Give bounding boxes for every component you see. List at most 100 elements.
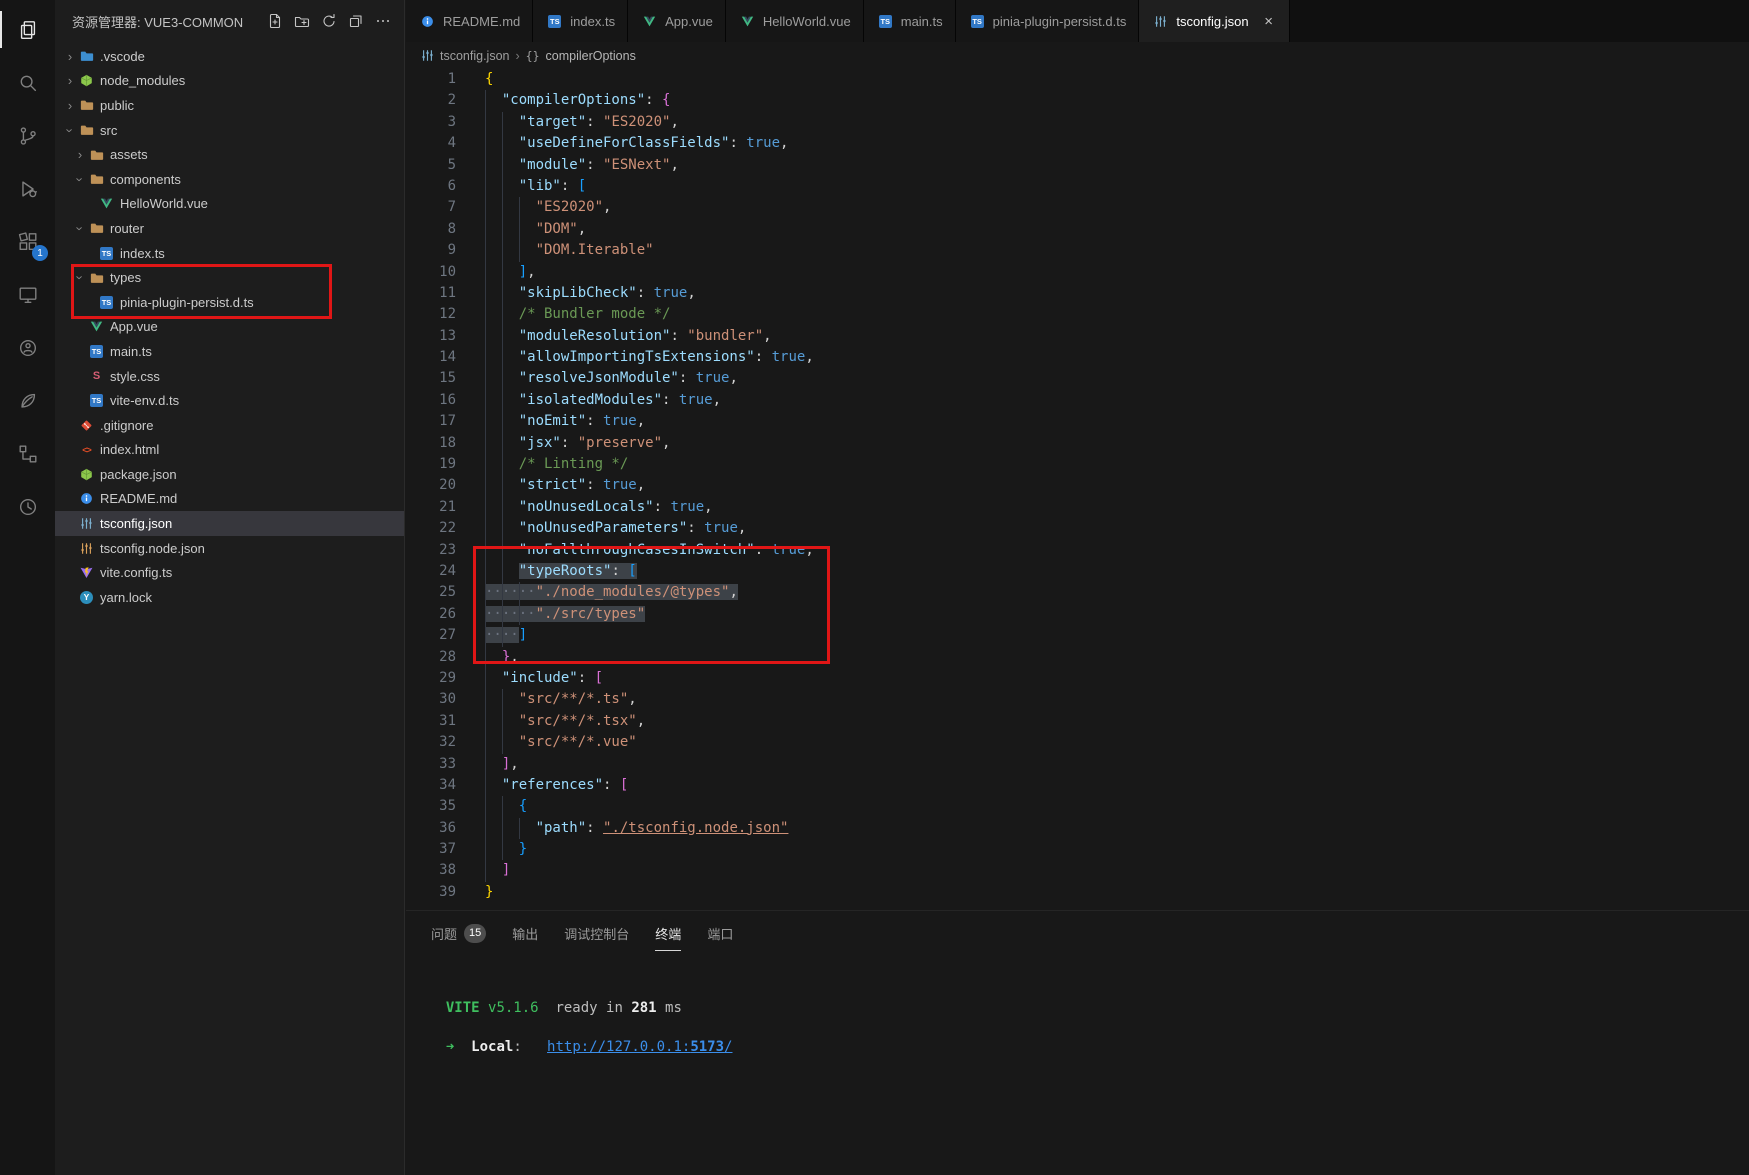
line-number[interactable]: 39 [406, 882, 456, 903]
code-line-32[interactable]: 32 "src/**/*.vue" [406, 732, 1749, 754]
tree-item-tsconfig.node.json[interactable]: tsconfig.node.json [55, 536, 404, 561]
panel-tab-输出[interactable]: 输出 [512, 924, 538, 951]
line-number[interactable]: 27 [406, 625, 456, 646]
line-number[interactable]: 37 [406, 839, 456, 860]
line-number[interactable]: 12 [406, 304, 456, 325]
line-content[interactable]: ], [485, 261, 536, 283]
tab-main.ts[interactable]: TS main.ts [863, 0, 956, 42]
code-line-13[interactable]: 13 "moduleResolution": "bundler", [406, 325, 1749, 348]
code-line-7[interactable]: 7 "ES2020", [406, 197, 1749, 219]
line-content[interactable]: "skipLibCheck": true, [485, 282, 696, 305]
line-number[interactable]: 15 [406, 368, 456, 389]
line-content[interactable]: "useDefineForClassFields": true, [485, 133, 788, 155]
tree-item-HelloWorld.vue[interactable]: HelloWorld.vue [55, 192, 404, 217]
tree-item-style.css[interactable]: Sstyle.css [55, 364, 404, 389]
line-number[interactable]: 9 [406, 240, 456, 261]
line-number[interactable]: 3 [406, 112, 456, 133]
line-content[interactable]: "path": "./tsconfig.node.json" [485, 817, 788, 840]
line-number[interactable]: 22 [406, 518, 456, 539]
line-content[interactable]: "references": [ [485, 774, 628, 797]
line-content[interactable]: "target": "ES2020", [485, 111, 679, 134]
code-line-26[interactable]: 26 ······"./src/types" [406, 603, 1749, 626]
line-number[interactable]: 21 [406, 497, 456, 518]
code-line-38[interactable]: 38 ] [406, 860, 1749, 882]
line-content[interactable]: ], [485, 753, 519, 775]
line-content[interactable]: "moduleResolution": "bundler", [485, 325, 772, 348]
line-content[interactable]: "strict": true, [485, 475, 645, 497]
line-content[interactable]: "module": "ESNext", [485, 154, 679, 176]
line-number[interactable]: 20 [406, 475, 456, 496]
code-line-4[interactable]: 4 "useDefineForClassFields": true, [406, 133, 1749, 155]
tree-item-types[interactable]: › types [55, 265, 404, 290]
code-line-25[interactable]: 25 ······"./node_modules/@types", [406, 582, 1749, 604]
tree-item-package.json[interactable]: package.json [55, 462, 404, 487]
line-content[interactable]: "include": [ [485, 667, 603, 690]
panel-tab-端口[interactable]: 端口 [707, 924, 733, 951]
line-content[interactable]: ······"./node_modules/@types", [485, 582, 738, 604]
code-line-3[interactable]: 3 "target": "ES2020", [406, 111, 1749, 134]
tree-item-components[interactable]: › components [55, 167, 404, 192]
code-editor[interactable]: 1{2 "compilerOptions": {3 "target": "ES2… [406, 69, 1749, 910]
source-control-icon[interactable] [0, 109, 55, 162]
line-number[interactable]: 5 [406, 155, 456, 176]
line-content[interactable]: ······"./src/types" [485, 603, 646, 626]
line-content[interactable]: "noUnusedParameters": true, [485, 518, 746, 540]
line-content[interactable]: "typeRoots": [ [485, 560, 637, 583]
line-content[interactable]: }, [485, 646, 519, 668]
line-number[interactable]: 38 [406, 860, 456, 881]
breadcrumb-file[interactable]: tsconfig.json [440, 49, 509, 63]
tab-README.md[interactable]: README.md [406, 0, 534, 42]
line-number[interactable]: 1 [406, 69, 456, 90]
line-content[interactable]: "compilerOptions": { [485, 90, 670, 112]
collapse-all-icon[interactable] [345, 10, 367, 32]
panel-tab-调试控制台[interactable]: 调试控制台 [564, 924, 629, 951]
line-content[interactable]: "src/**/*.tsx", [485, 710, 645, 733]
more-actions-icon[interactable] [372, 10, 394, 32]
close-icon[interactable]: × [1261, 13, 1277, 30]
line-content[interactable]: "resolveJsonModule": true, [485, 368, 738, 390]
line-number[interactable]: 29 [406, 668, 456, 689]
code-line-19[interactable]: 19 /* Linting */ [406, 454, 1749, 476]
code-line-9[interactable]: 9 "DOM.Iterable" [406, 240, 1749, 262]
line-number[interactable]: 11 [406, 283, 456, 304]
live-share-icon[interactable] [0, 321, 55, 374]
terminal-output[interactable]: VITE v5.1.6 ready in 281 ms ➜ Local: htt… [406, 979, 1749, 1057]
line-number[interactable]: 36 [406, 818, 456, 839]
code-line-5[interactable]: 5 "module": "ESNext", [406, 154, 1749, 176]
line-content[interactable]: "lib": [ [485, 175, 586, 198]
tree-item-assets[interactable]: › assets [55, 142, 404, 167]
line-content[interactable]: { [485, 69, 493, 90]
explorer-icon[interactable] [0, 3, 55, 56]
line-content[interactable]: ····] [485, 625, 527, 647]
line-content[interactable]: "DOM.Iterable" [485, 240, 654, 262]
line-number[interactable]: 2 [406, 90, 456, 111]
line-number[interactable]: 28 [406, 647, 456, 668]
line-content[interactable]: { [485, 796, 527, 818]
tab-index.ts[interactable]: TS index.ts [533, 0, 629, 42]
code-line-22[interactable]: 22 "noUnusedParameters": true, [406, 518, 1749, 540]
line-number[interactable]: 26 [406, 604, 456, 625]
code-line-39[interactable]: 39} [406, 882, 1749, 903]
testing-icon[interactable] [0, 374, 55, 427]
code-line-28[interactable]: 28 }, [406, 646, 1749, 668]
line-number[interactable]: 35 [406, 796, 456, 817]
tree-item-vite-env.d.ts[interactable]: TS vite-env.d.ts [55, 388, 404, 413]
line-content[interactable]: "src/**/*.ts", [485, 689, 637, 711]
tree-item-vite.config.ts[interactable]: vite.config.ts [55, 560, 404, 585]
line-number[interactable]: 34 [406, 775, 456, 796]
run-debug-icon[interactable] [0, 162, 55, 215]
line-number[interactable]: 19 [406, 454, 456, 475]
line-content[interactable]: } [485, 839, 527, 861]
code-line-18[interactable]: 18 "jsx": "preserve", [406, 432, 1749, 455]
code-line-31[interactable]: 31 "src/**/*.tsx", [406, 710, 1749, 733]
line-number[interactable]: 17 [406, 411, 456, 432]
line-content[interactable]: "noUnusedLocals": true, [485, 496, 713, 519]
code-line-15[interactable]: 15 "resolveJsonModule": true, [406, 368, 1749, 390]
line-number[interactable]: 33 [406, 754, 456, 775]
line-number[interactable]: 30 [406, 689, 456, 710]
breadcrumb-symbol[interactable]: compilerOptions [546, 49, 636, 63]
code-line-12[interactable]: 12 /* Bundler mode */ [406, 304, 1749, 326]
line-content[interactable]: "DOM", [485, 218, 586, 241]
tree-item-.vscode[interactable]: › .vscode [55, 44, 404, 69]
code-line-36[interactable]: 36 "path": "./tsconfig.node.json" [406, 817, 1749, 840]
